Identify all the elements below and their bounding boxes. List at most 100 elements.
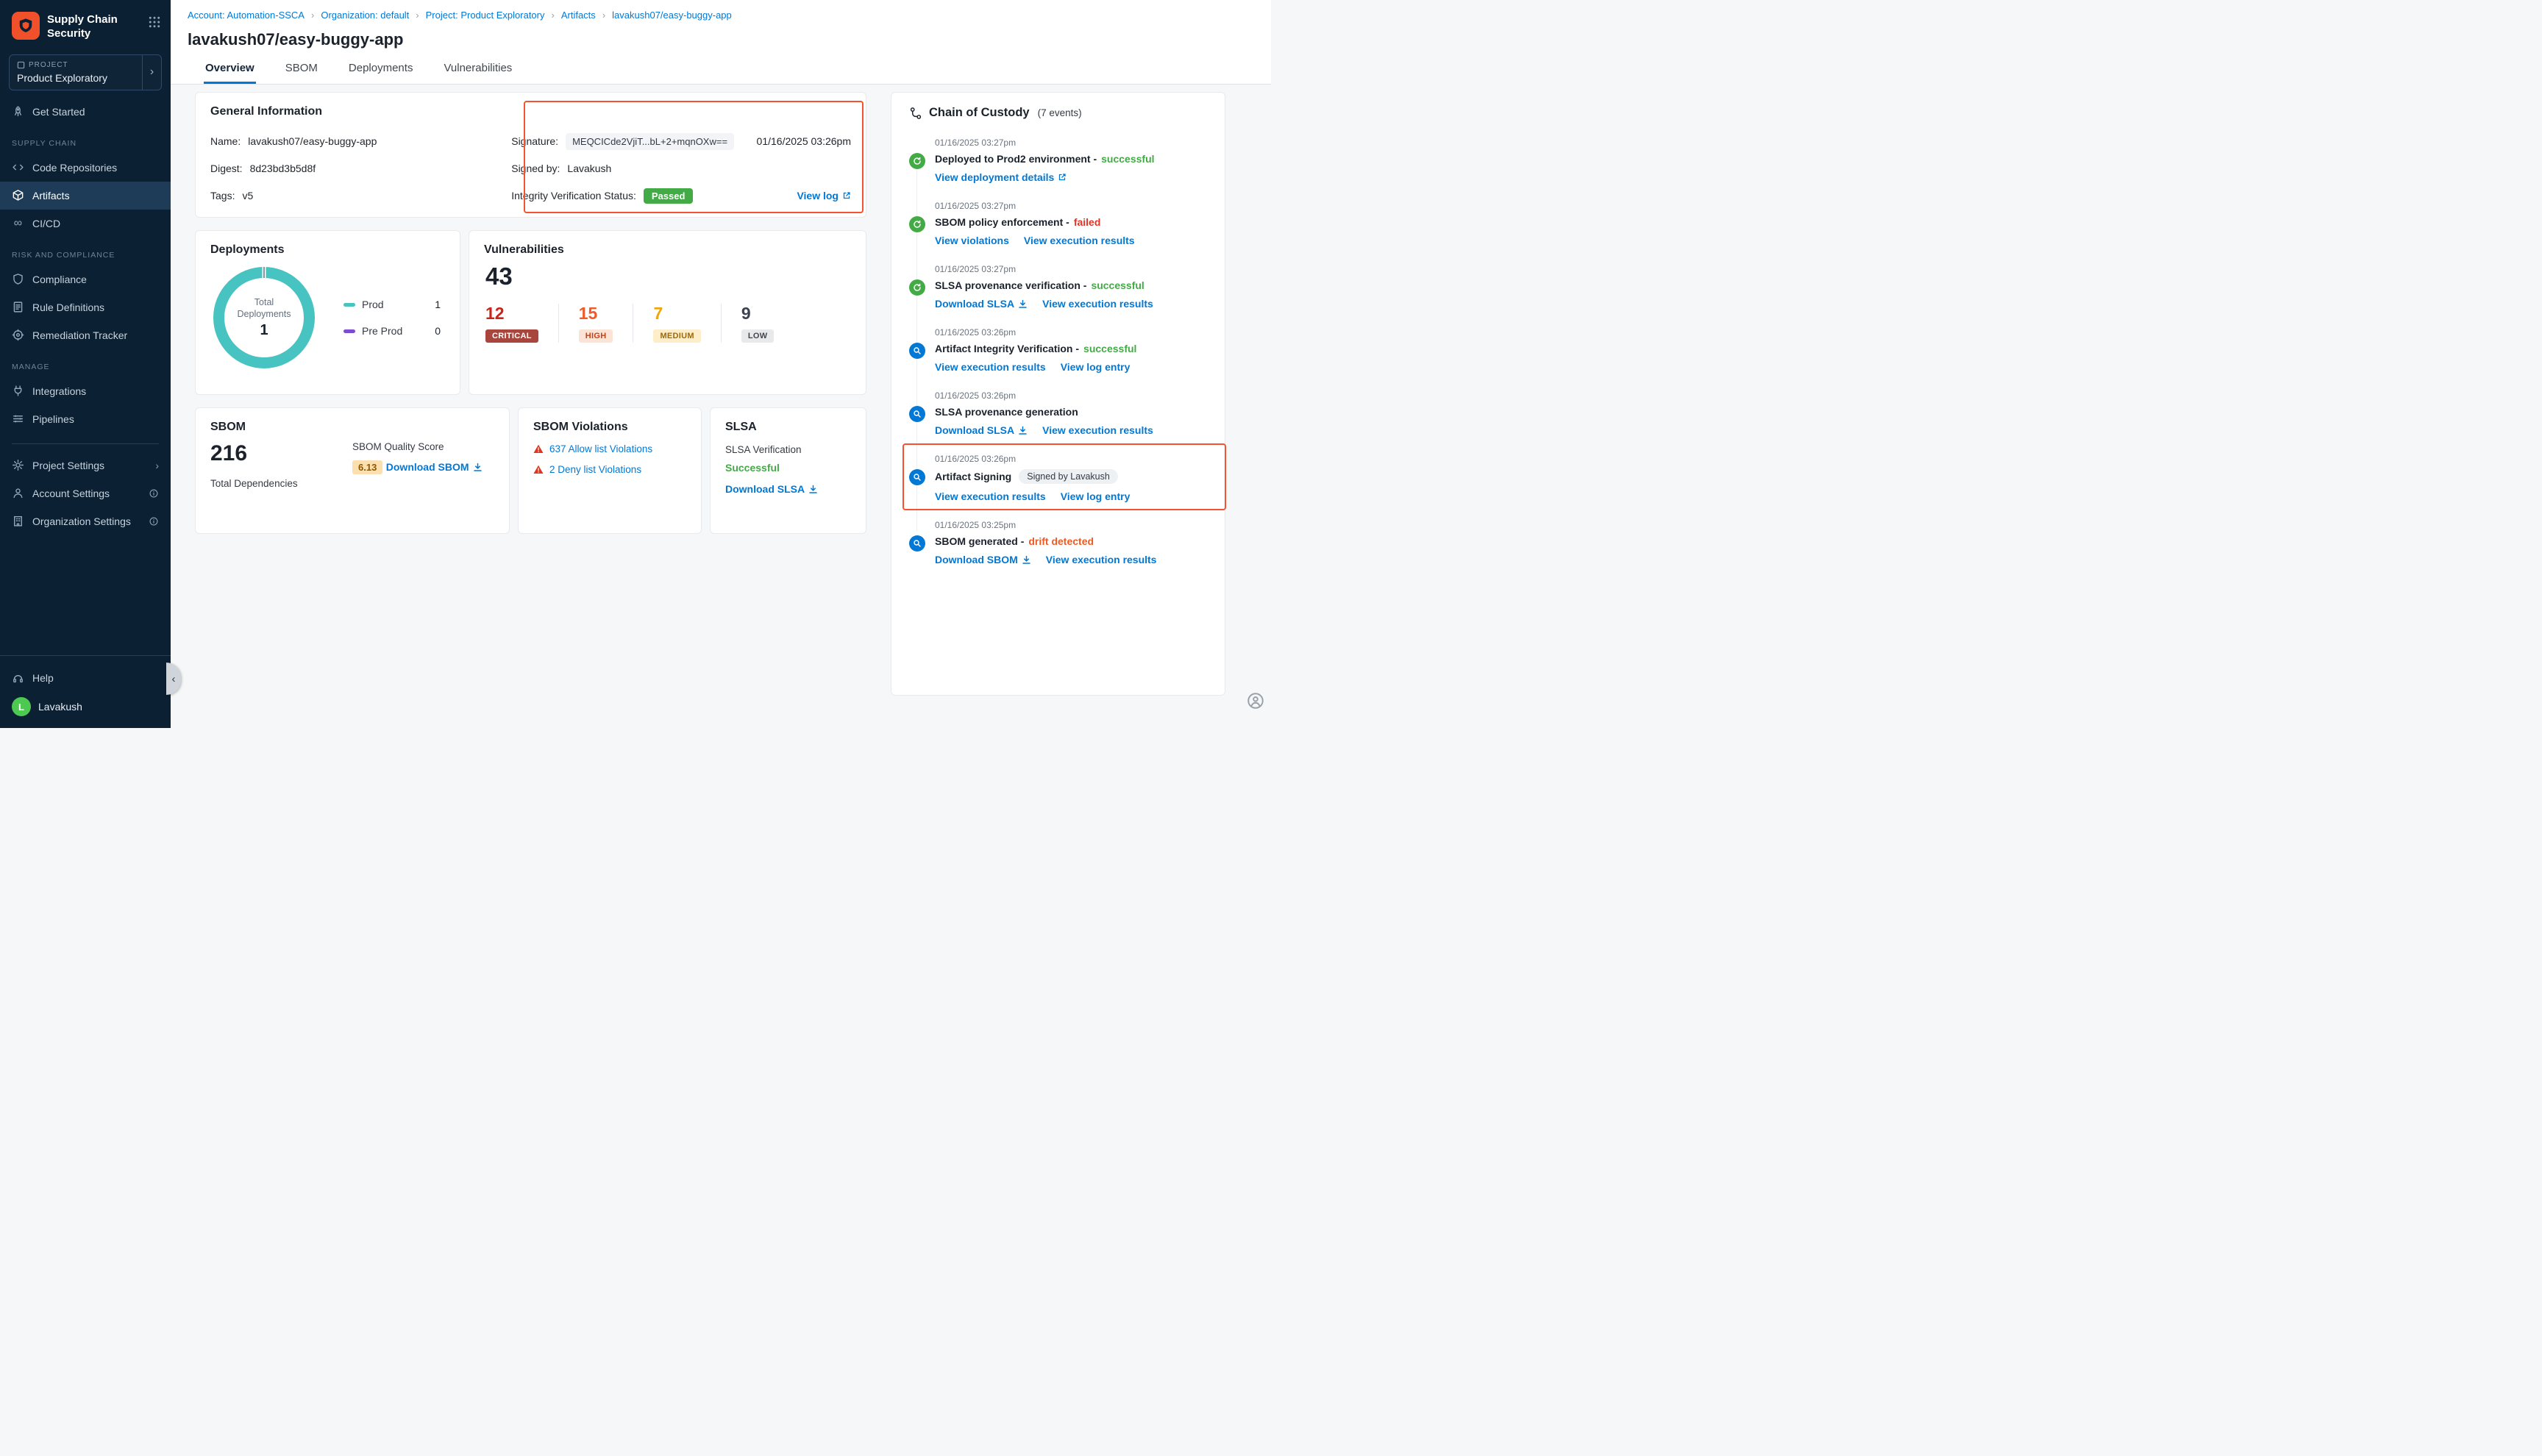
view-log-entry-link[interactable]: View log entry [1061,361,1131,373]
view-log-link[interactable]: View log [797,190,851,201]
view-violations-link[interactable]: View violations [935,235,1009,246]
download-slsa-link[interactable]: Download SLSA [935,298,1028,310]
tab-sbom[interactable]: SBOM [284,60,319,84]
sidebar-item-artifacts[interactable]: Artifacts [0,182,171,210]
sidebar-item-label: Get Started [32,106,85,118]
breadcrumb-account[interactable]: Account: Automation-SSCA [188,10,305,21]
severity-breakdown: 12 CRITICAL 15 HIGH 7 MEDIUM [484,304,851,343]
pre-prod-legend-swatch [343,329,355,333]
sidebar-item-project-settings[interactable]: Project Settings › [0,452,171,479]
warning-triangle-icon [533,465,544,474]
download-icon [1022,555,1031,565]
sidebar-item-pipelines[interactable]: Pipelines [0,405,171,433]
project-selector[interactable]: PROJECT Product Exploratory › [9,54,162,90]
signed-by-badge: Signed by Lavakush [1019,469,1118,484]
cicd-infinity-icon: ∞ [12,218,24,229]
tags-label: Tags: [210,190,235,201]
custody-event-artifact-signing: 01/16/2025 03:26pm Artifact Signing Sign… [909,454,1207,502]
custody-event-slsa-verification: 01/16/2025 03:27pm SLSA provenance verif… [909,264,1207,310]
view-log-entry-link[interactable]: View log entry [1061,490,1131,502]
tab-vulnerabilities[interactable]: Vulnerabilities [442,60,513,84]
breadcrumb-artifacts[interactable]: Artifacts [561,10,596,21]
total-deployments-value: 1 [260,322,268,339]
vulnerabilities-card: Vulnerabilities 43 12 CRITICAL 15 HIGH [469,230,866,395]
digest-value: 8d23bd3b5d8f [250,163,316,174]
view-execution-results-link[interactable]: View execution results [935,361,1046,373]
view-execution-results-link[interactable]: View execution results [1046,554,1157,565]
sidebar-item-compliance[interactable]: Compliance [0,265,171,293]
legend-item-prod: Prod 1 [343,299,441,310]
high-count: 15 [579,304,598,324]
slsa-verification-status: Successful [725,462,851,474]
provenance-generation-event-icon [909,406,925,422]
supply-chain-security-logo-icon[interactable] [12,12,40,40]
page-header: Account: Automation-SSCA › Organization:… [171,0,1271,85]
severity-critical: 12 CRITICAL [484,304,558,343]
breadcrumb-project[interactable]: Project: Product Exploratory [426,10,545,21]
resource-center-icon[interactable] [1246,691,1265,710]
event-timestamp: 01/16/2025 03:27pm [935,138,1207,148]
view-deployment-details-link[interactable]: View deployment details [935,171,1067,183]
sbom-card: SBOM 216 Total Dependencies SBOM Quality… [195,407,510,534]
card-title: General Information [210,105,851,118]
content-area: General Information Name: lavakush07/eas… [171,85,1271,728]
card-title: SBOM Violations [533,421,686,434]
sidebar-item-code-repositories[interactable]: Code Repositories [0,154,171,182]
download-sbom-link[interactable]: Download SBOM [935,554,1031,565]
sidebar-item-label: Remediation Tracker [32,329,127,341]
download-slsa-link[interactable]: Download SLSA [935,424,1028,436]
sidebar-item-rule-definitions[interactable]: Rule Definitions [0,293,171,321]
verification-event-icon [909,343,925,359]
breadcrumb-current[interactable]: lavakush07/easy-buggy-app [612,10,732,21]
external-link-icon [842,191,851,200]
event-timestamp: 01/16/2025 03:27pm [935,201,1207,211]
sidebar-footer: Help L Lavakush [0,655,171,728]
medium-count: 7 [653,304,663,324]
sidebar-item-account-settings[interactable]: Account Settings [0,479,171,507]
custody-event-artifact-integrity-verification: 01/16/2025 03:26pm Artifact Integrity Ve… [909,327,1207,373]
sidebar-item-label: Organization Settings [32,515,131,527]
event-timestamp: 01/16/2025 03:26pm [935,454,1207,464]
sbom-quality-label: SBOM Quality Score [352,441,494,452]
card-title: Deployments [210,243,445,257]
view-execution-results-link[interactable]: View execution results [1024,235,1135,246]
warning-triangle-icon [533,444,544,454]
sidebar-section-risk-and-compliance: RISK AND COMPLIANCE [0,238,171,265]
policy-enforcement-event-icon [909,216,925,232]
tab-deployments[interactable]: Deployments [347,60,415,84]
user-menu[interactable]: L Lavakush [12,697,159,716]
general-information-card: General Information Name: lavakush07/eas… [195,92,866,218]
breadcrumb-organization[interactable]: Organization: default [321,10,409,21]
sidebar-item-help[interactable]: Help [12,665,159,691]
sidebar-item-cicd[interactable]: ∞ CI/CD [0,210,171,238]
view-execution-results-link[interactable]: View execution results [935,490,1046,502]
chain-of-custody-event-count: (7 events) [1038,107,1082,118]
sidebar-item-get-started[interactable]: Get Started [0,98,171,126]
download-sbom-link[interactable]: Download SBOM [386,461,483,473]
sidebar-item-organization-settings[interactable]: Organization Settings [0,507,171,535]
severity-medium: 7 MEDIUM [633,304,720,343]
view-execution-results-link[interactable]: View execution results [1042,424,1153,436]
main-area: Account: Automation-SSCA › Organization:… [171,0,1271,728]
info-icon[interactable] [149,488,159,499]
download-slsa-link[interactable]: Download SLSA [725,483,818,495]
deny-list-violations-link[interactable]: 2 Deny list Violations [549,464,641,475]
legend-item-pre-prod: Pre Prod 0 [343,325,441,337]
view-execution-results-link[interactable]: View execution results [1042,298,1153,310]
module-switcher-icon[interactable] [149,12,160,28]
info-icon[interactable] [149,516,159,527]
chevron-right-icon: › [155,460,159,471]
event-title: Artifact Signing [935,471,1011,482]
event-timestamp: 01/16/2025 03:25pm [935,520,1207,530]
sidebar-item-integrations[interactable]: Integrations [0,377,171,405]
allow-list-violations-link[interactable]: 637 Allow list Violations [549,443,652,454]
download-icon [808,485,818,494]
tab-overview[interactable]: Overview [204,60,256,84]
high-badge: HIGH [579,329,613,343]
critical-count: 12 [485,304,505,324]
card-title: SLSA [725,421,851,434]
signature-value: MEQCICde2VjiT...bL+2+mqnOXw== [566,133,734,150]
sidebar-item-label: Compliance [32,274,87,285]
sidebar-item-remediation-tracker[interactable]: Remediation Tracker [0,321,171,349]
person-icon [12,487,24,499]
